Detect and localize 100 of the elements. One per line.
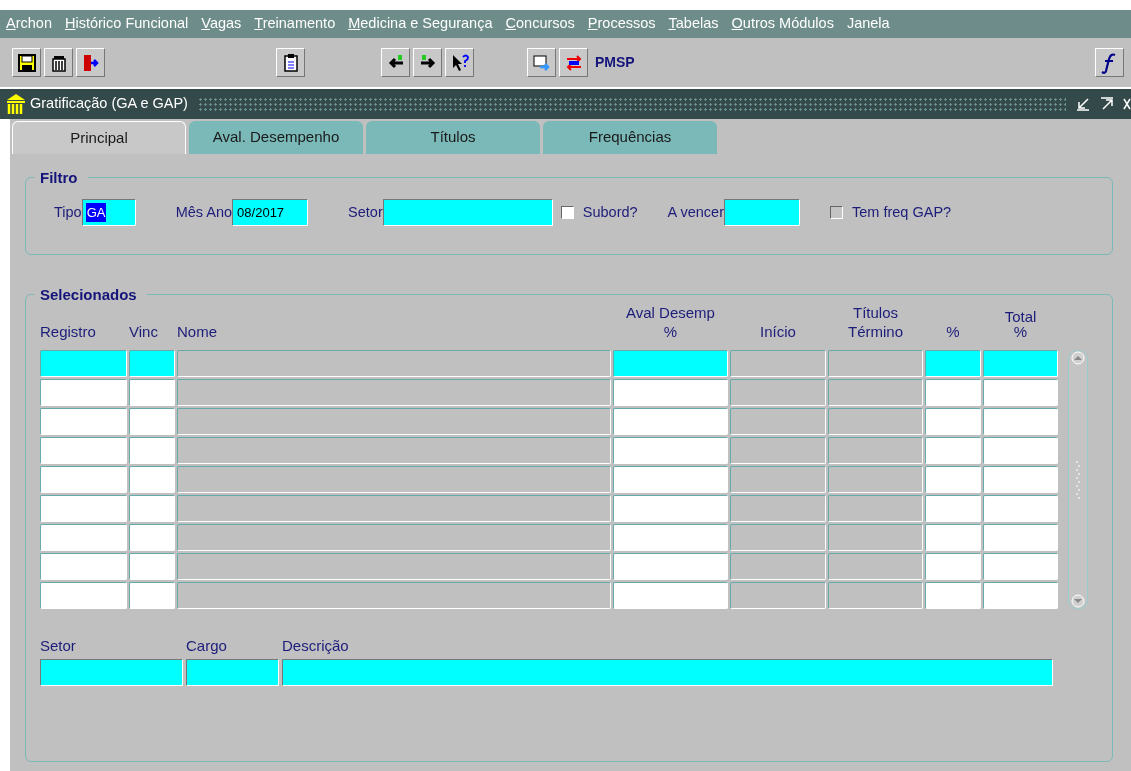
column-header: Vinc [129, 322, 159, 342]
input-field[interactable]: GA [81, 199, 136, 226]
column-header: % [662, 322, 679, 342]
table-cell-field[interactable] [129, 437, 175, 464]
table-cell-field[interactable] [40, 524, 127, 551]
table-cell-field[interactable] [613, 408, 728, 435]
export-document-button[interactable] [527, 48, 556, 77]
column-header: Aval Desemp [625, 303, 716, 323]
table-cell-field[interactable] [129, 582, 175, 609]
table-cell-field[interactable] [613, 553, 728, 580]
table-cell-field[interactable] [40, 466, 127, 493]
table-cell-field[interactable] [613, 495, 728, 522]
table-cell-field[interactable] [613, 582, 728, 609]
maximize-icon[interactable] [1100, 97, 1114, 111]
input-field[interactable] [724, 199, 800, 226]
scroll-down-icon[interactable] [1071, 594, 1085, 608]
tab[interactable]: Títulos [366, 121, 540, 154]
table-cell-field[interactable] [129, 553, 175, 580]
building-icon [6, 93, 26, 115]
table-cell-field[interactable] [613, 437, 728, 464]
menu-item[interactable]: Archon [6, 13, 52, 35]
field-label: Mês Ano [175, 202, 233, 222]
input-field[interactable]: 08/2017 [232, 199, 309, 226]
table-cell-field[interactable] [925, 437, 981, 464]
checkbox-label: Tem freq GAP? [852, 202, 952, 222]
column-header: Registro [40, 322, 97, 342]
trash-button[interactable] [44, 48, 73, 77]
table-cell-field[interactable] [983, 582, 1058, 609]
table-cell-field[interactable] [925, 495, 981, 522]
table-cell-field[interactable] [40, 437, 127, 464]
column-header: Término [847, 322, 904, 342]
input-field[interactable] [382, 199, 553, 226]
exit-door-button[interactable] [76, 48, 105, 77]
field-label: Setor [348, 202, 383, 222]
table-cell-field[interactable] [129, 379, 175, 406]
table-cell-field[interactable] [613, 466, 728, 493]
function-button[interactable] [1095, 48, 1124, 77]
left-arrow-button[interactable] [381, 48, 410, 77]
table-cell-field[interactable] [40, 379, 127, 406]
table-cell-field[interactable] [925, 582, 981, 609]
close-icon[interactable] [1123, 97, 1131, 111]
checkbox[interactable] [560, 206, 574, 219]
toolbar-label: PMSP [595, 53, 635, 72]
table-cell-field[interactable] [983, 466, 1058, 493]
right-arrow-button[interactable] [413, 48, 442, 77]
table-cell-field[interactable] [925, 466, 981, 493]
field-label: Cargo [186, 636, 228, 656]
field-label: A vencer [667, 202, 724, 222]
tab[interactable]: Frequências [543, 121, 717, 154]
table-cell-field[interactable] [925, 350, 981, 377]
clipboard-button[interactable] [276, 48, 305, 77]
table-cell-field[interactable] [129, 350, 175, 377]
table-cell-field[interactable] [40, 582, 127, 609]
menu-item[interactable]: Outros Módulos [731, 13, 834, 35]
tab[interactable]: Principal [12, 121, 186, 154]
table-cell-field[interactable] [925, 379, 981, 406]
input-field[interactable] [40, 659, 183, 686]
table-cell-field[interactable] [983, 379, 1058, 406]
table-cell-field[interactable] [983, 408, 1058, 435]
table-cell-field[interactable] [983, 437, 1058, 464]
table-cell-field[interactable] [129, 524, 175, 551]
menu-item[interactable]: Tabelas [668, 13, 719, 35]
table-cell-field[interactable] [40, 553, 127, 580]
save-icon [16, 52, 37, 73]
table-cell-field[interactable] [925, 553, 981, 580]
table-cell-field[interactable] [613, 350, 728, 377]
table-cell-field[interactable] [129, 466, 175, 493]
input-field[interactable] [186, 659, 279, 686]
table-cell-field[interactable] [129, 408, 175, 435]
table-cell-field[interactable] [40, 495, 127, 522]
export-document-icon [531, 52, 552, 73]
table-cell-field[interactable] [40, 350, 127, 377]
menu-item[interactable]: Vagas [201, 13, 242, 35]
menu-item[interactable]: Medicina e Segurança [348, 13, 493, 35]
grip-icon[interactable] [1075, 459, 1081, 500]
table-cell-field[interactable] [40, 408, 127, 435]
save-button[interactable] [12, 48, 41, 77]
table-cell-field[interactable] [925, 524, 981, 551]
menu-item[interactable]: Treinamento [254, 13, 336, 35]
help-pointer-button[interactable] [445, 48, 474, 77]
menu-item[interactable]: Histórico Funcional [64, 13, 189, 35]
table-cell-field[interactable] [613, 524, 728, 551]
table-cell-field[interactable] [983, 495, 1058, 522]
scrollbar[interactable] [1068, 350, 1088, 609]
table-cell-field[interactable] [983, 350, 1058, 377]
tab[interactable]: Aval. Desempenho [189, 121, 363, 154]
menu-item[interactable]: Concursos [505, 13, 575, 35]
table-cell-field[interactable] [925, 408, 981, 435]
field-label: Descrição [282, 636, 350, 656]
minimize-icon[interactable] [1076, 97, 1090, 111]
scroll-up-icon[interactable] [1071, 351, 1085, 365]
menu-item[interactable]: Janela [846, 13, 890, 35]
column-header: Início [759, 322, 797, 342]
input-field[interactable] [282, 659, 1053, 686]
table-cell-field[interactable] [983, 553, 1058, 580]
menu-item[interactable]: Processos [587, 13, 656, 35]
table-cell-field[interactable] [983, 524, 1058, 551]
table-cell-field[interactable] [613, 379, 728, 406]
table-cell-field[interactable] [129, 495, 175, 522]
swap-arrows-button[interactable] [559, 48, 588, 77]
